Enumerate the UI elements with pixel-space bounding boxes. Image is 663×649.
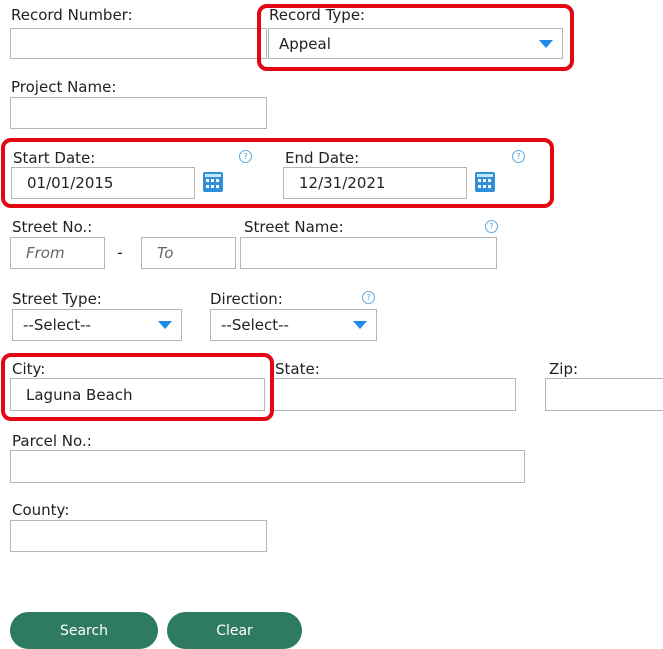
parcel-no-label: Parcel No.: bbox=[12, 432, 92, 450]
street-name-input[interactable] bbox=[240, 237, 497, 269]
street-type-value: --Select-- bbox=[23, 316, 91, 334]
street-type-label: Street Type: bbox=[12, 290, 102, 308]
record-number-input[interactable] bbox=[10, 28, 267, 59]
direction-select[interactable]: --Select-- bbox=[210, 309, 377, 341]
help-icon[interactable]: ? bbox=[485, 220, 498, 233]
end-date-input[interactable] bbox=[283, 167, 467, 199]
record-type-label: Record Type: bbox=[269, 6, 366, 24]
project-name-input[interactable] bbox=[10, 97, 267, 129]
clear-button[interactable]: Clear bbox=[167, 612, 302, 649]
state-input[interactable] bbox=[270, 378, 516, 411]
city-input[interactable] bbox=[10, 378, 265, 411]
help-icon[interactable]: ? bbox=[362, 291, 375, 304]
city-label: City: bbox=[12, 360, 46, 378]
record-type-select[interactable]: Appeal bbox=[268, 28, 563, 59]
street-no-from-input[interactable] bbox=[10, 237, 105, 269]
start-date-input[interactable] bbox=[11, 167, 195, 199]
direction-value: --Select-- bbox=[221, 316, 289, 334]
end-date-label: End Date: bbox=[285, 149, 360, 167]
zip-input[interactable] bbox=[545, 378, 663, 411]
project-name-label: Project Name: bbox=[11, 78, 117, 96]
direction-label: Direction: bbox=[210, 290, 283, 308]
street-no-to-input[interactable] bbox=[141, 237, 236, 269]
street-name-label: Street Name: bbox=[244, 218, 344, 236]
street-no-label: Street No.: bbox=[12, 218, 93, 236]
calendar-icon[interactable] bbox=[475, 172, 495, 192]
street-type-select[interactable]: --Select-- bbox=[12, 309, 182, 341]
calendar-icon[interactable] bbox=[203, 172, 223, 192]
record-type-value: Appeal bbox=[279, 34, 331, 53]
parcel-no-input[interactable] bbox=[10, 450, 525, 483]
help-icon[interactable]: ? bbox=[512, 150, 525, 163]
chevron-down-icon bbox=[353, 321, 367, 329]
zip-label: Zip: bbox=[549, 360, 579, 378]
start-date-label: Start Date: bbox=[13, 149, 96, 167]
chevron-down-icon bbox=[539, 39, 553, 48]
chevron-down-icon bbox=[158, 321, 172, 329]
record-number-label: Record Number: bbox=[11, 6, 133, 24]
help-icon[interactable]: ? bbox=[239, 150, 252, 163]
county-label: County: bbox=[12, 501, 70, 519]
search-button[interactable]: Search bbox=[10, 612, 158, 649]
range-separator: - bbox=[117, 243, 123, 262]
county-input[interactable] bbox=[10, 520, 267, 552]
state-label: State: bbox=[275, 360, 320, 378]
